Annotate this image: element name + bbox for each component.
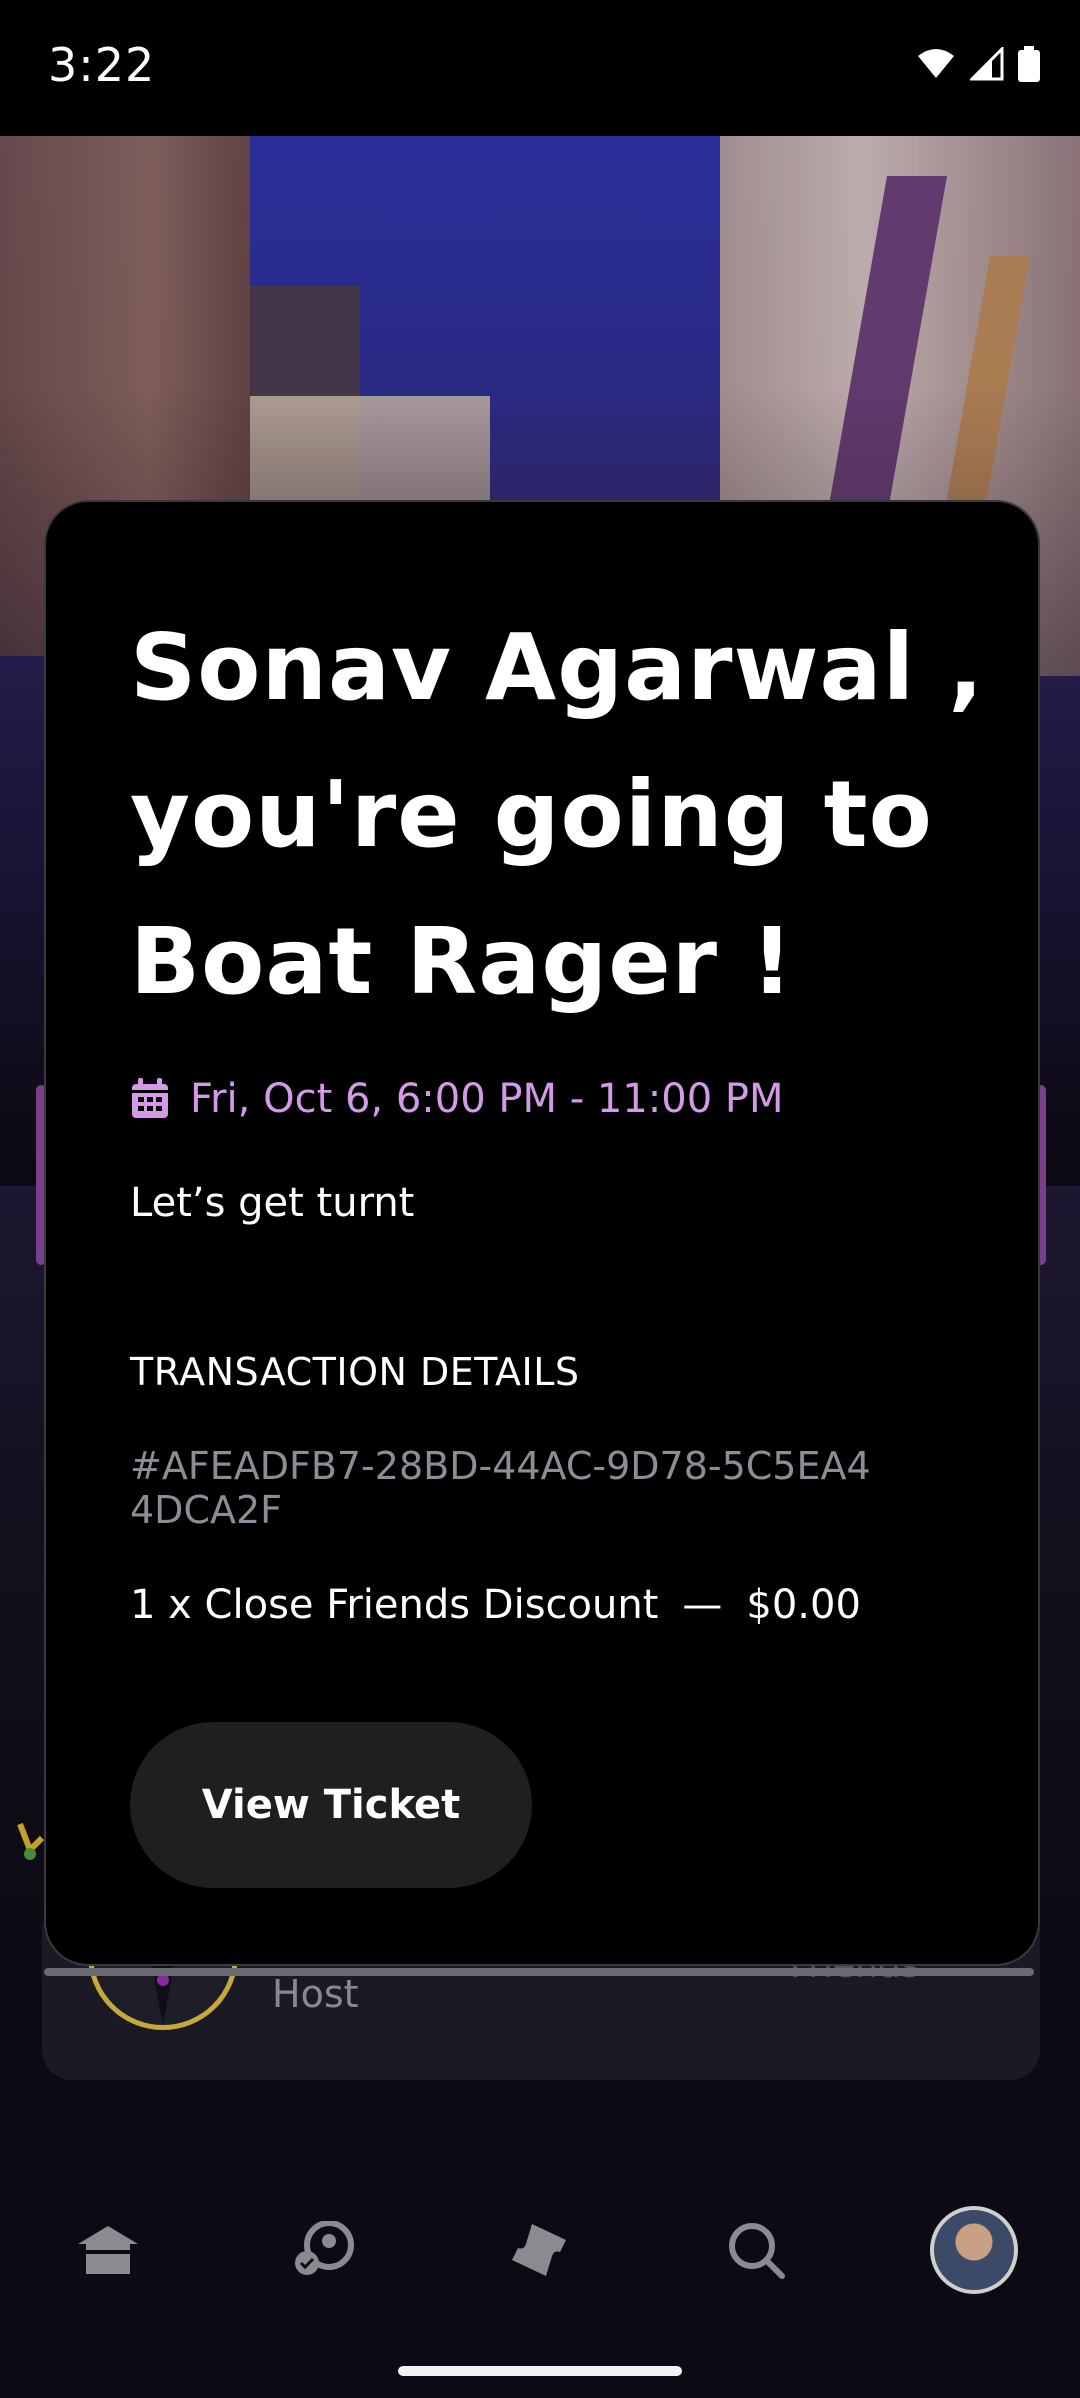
home-icon <box>78 2226 138 2274</box>
event-description: Let’s get turnt <box>130 1180 415 1226</box>
host-role-label: Host <box>272 1972 359 2016</box>
line-item-separator: — <box>682 1582 723 1628</box>
people-icon <box>295 2221 354 2275</box>
search-icon <box>729 2223 785 2279</box>
ticket-icon <box>512 2224 566 2276</box>
bottom-nav <box>0 2180 1080 2330</box>
event-date-row: Fri, Oct 6, 6:00 PM - 11:00 PM <box>130 1076 784 1122</box>
calendar-icon <box>132 1078 168 1118</box>
nav-home[interactable] <box>58 2200 158 2300</box>
nav-tickets[interactable] <box>490 2200 590 2300</box>
decorative-sticker <box>17 1822 45 1860</box>
battery-icon <box>1018 46 1040 82</box>
line-item-label: 1 x Close Friends Discount <box>130 1582 659 1628</box>
view-ticket-button[interactable]: View Ticket <box>130 1722 532 1888</box>
modal-bottom-edge <box>44 1968 1034 1976</box>
cellular-icon <box>970 47 1004 81</box>
nav-people[interactable] <box>274 2200 374 2300</box>
line-item-price: $0.00 <box>746 1582 861 1628</box>
status-time: 3:22 <box>48 38 156 92</box>
status-icons <box>916 46 1040 82</box>
transaction-line-item: 1 x Close Friends Discount — $0.00 <box>130 1582 861 1628</box>
confirmation-headline: Sonav Agarwal , you're going to Boat Rag… <box>130 614 985 1015</box>
status-bar: 3:22 <box>0 0 1080 136</box>
event-datetime: Fri, Oct 6, 6:00 PM - 11:00 PM <box>190 1076 784 1122</box>
transaction-id: #AFEADFB7-28BD-44AC-9D78-5C5EA44DCA2F <box>130 1444 871 1532</box>
profile-avatar <box>930 2206 1018 2294</box>
transaction-heading: TRANSACTION DETAILS <box>130 1350 580 1394</box>
gesture-home-indicator[interactable] <box>398 2366 682 2376</box>
wifi-icon <box>918 49 954 78</box>
nav-search[interactable] <box>706 2200 806 2300</box>
nav-profile[interactable] <box>924 2200 1024 2300</box>
